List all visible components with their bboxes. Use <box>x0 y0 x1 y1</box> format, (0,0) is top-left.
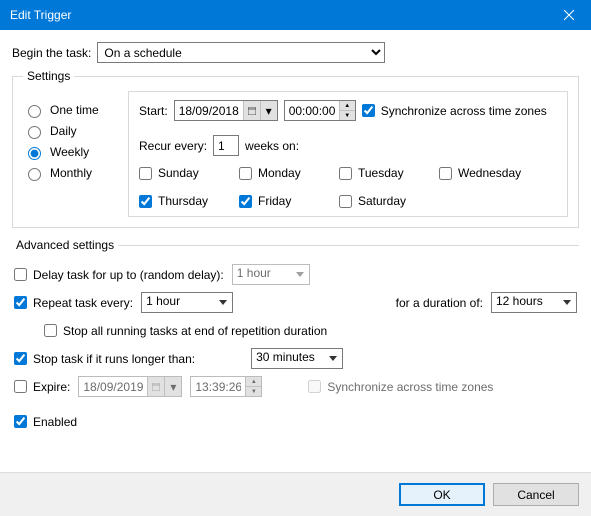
settings-legend: Settings <box>23 69 74 83</box>
recur-value-input[interactable] <box>213 135 239 156</box>
day-wednesday-checkbox[interactable]: Wednesday <box>439 166 521 180</box>
settings-group: Settings One time Daily Weekly Monthly S… <box>12 69 579 228</box>
close-icon <box>564 10 574 20</box>
delay-value-combo: 1 hour <box>232 264 310 285</box>
sync-timezones-checkbox[interactable]: Synchronize across time zones <box>362 104 547 118</box>
spin-up-icon: ▲ <box>246 377 261 387</box>
close-button[interactable] <box>546 0 591 30</box>
radio-monthly[interactable]: Monthly <box>23 165 118 181</box>
ok-button[interactable]: OK <box>399 483 485 506</box>
day-tuesday-checkbox[interactable]: Tuesday <box>339 166 417 180</box>
day-thursday-checkbox[interactable]: Thursday <box>139 194 217 208</box>
recur-suffix: weeks on: <box>245 139 299 153</box>
recur-label: Recur every: <box>139 139 207 153</box>
advanced-legend: Advanced settings <box>12 238 118 252</box>
expire-sync-tz-checkbox: Synchronize across time zones <box>308 380 493 394</box>
chevron-down-icon[interactable]: ▾ <box>260 101 277 120</box>
start-date-input[interactable]: ▾ <box>174 100 278 121</box>
title-bar: Edit Trigger <box>0 0 591 30</box>
spin-down-icon[interactable]: ▼ <box>340 111 355 120</box>
cancel-button[interactable]: Cancel <box>493 483 579 506</box>
repeat-checkbox[interactable]: Repeat task every: <box>14 296 133 310</box>
delay-checkbox[interactable]: Delay task for up to (random delay): <box>14 268 224 282</box>
frequency-radios: One time Daily Weekly Monthly <box>23 91 118 217</box>
window-title: Edit Trigger <box>10 8 71 22</box>
calendar-icon[interactable] <box>243 101 260 120</box>
day-sunday-checkbox[interactable]: Sunday <box>139 166 217 180</box>
start-time-input[interactable]: ▲▼ <box>284 100 356 121</box>
start-label: Start: <box>139 104 168 118</box>
spin-down-icon: ▼ <box>246 387 261 396</box>
begin-task-label: Begin the task: <box>12 46 91 60</box>
expire-date-input: ▾ <box>78 376 182 397</box>
enabled-checkbox[interactable]: Enabled <box>14 415 77 429</box>
radio-daily[interactable]: Daily <box>23 123 118 139</box>
radio-one-time[interactable]: One time <box>23 102 118 118</box>
duration-label: for a duration of: <box>396 296 483 310</box>
repeat-value-combo[interactable]: 1 hour <box>141 292 233 313</box>
calendar-icon <box>147 377 164 396</box>
expire-time-input: ▲▼ <box>190 376 262 397</box>
day-friday-checkbox[interactable]: Friday <box>239 194 317 208</box>
chevron-down-icon: ▾ <box>164 377 181 396</box>
begin-task-select[interactable]: On a schedule <box>97 42 385 63</box>
dialog-footer: OK Cancel <box>0 472 591 516</box>
duration-value-combo[interactable]: 12 hours <box>491 292 577 313</box>
day-monday-checkbox[interactable]: Monday <box>239 166 317 180</box>
advanced-group: Advanced settings Delay task for up to (… <box>12 238 579 438</box>
expire-checkbox[interactable]: Expire: <box>14 380 70 394</box>
day-saturday-checkbox[interactable]: Saturday <box>339 194 417 208</box>
stop-all-checkbox[interactable]: Stop all running tasks at end of repetit… <box>44 324 327 338</box>
stop-long-combo[interactable]: 30 minutes <box>251 348 343 369</box>
radio-weekly[interactable]: Weekly <box>23 144 118 160</box>
spin-up-icon[interactable]: ▲ <box>340 101 355 111</box>
stop-long-checkbox[interactable]: Stop task if it runs longer than: <box>14 352 195 366</box>
